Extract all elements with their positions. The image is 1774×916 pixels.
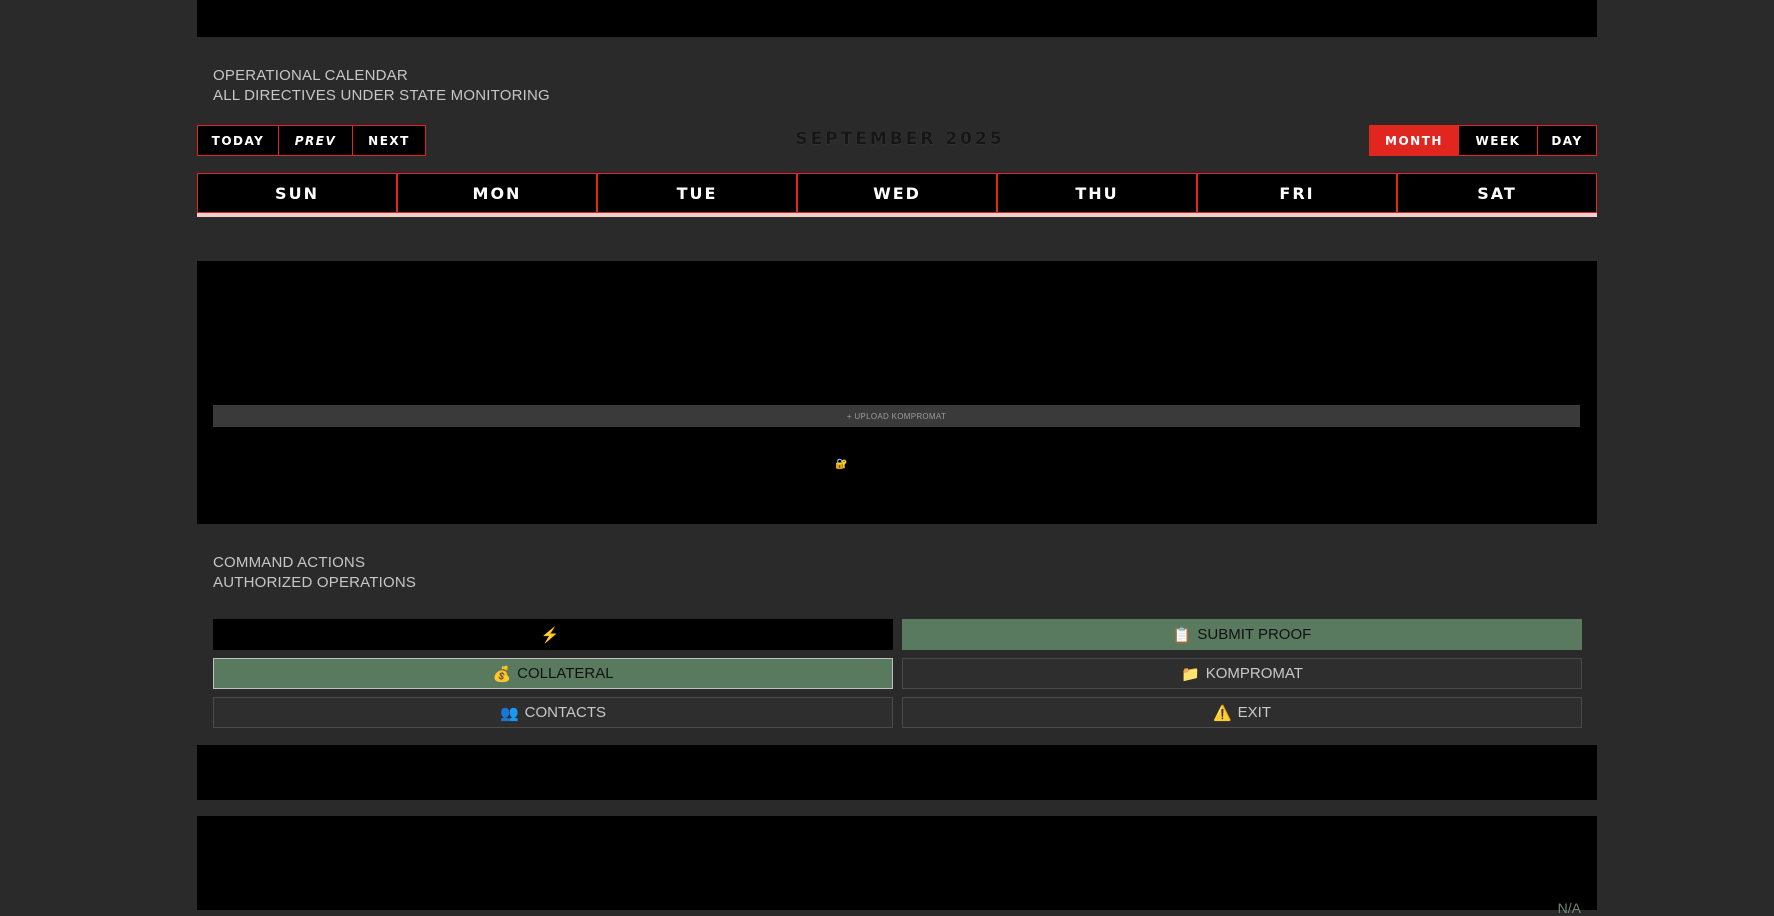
warning-icon: ⚠️: [1212, 704, 1232, 722]
money-bag-icon: 💰: [492, 665, 512, 683]
upload-kompromat-button[interactable]: + UPLOAD KOMPROMAT: [213, 405, 1580, 427]
action-label: SUBMIT PROOF: [1197, 626, 1312, 643]
weekday-tue: TUE: [597, 173, 797, 213]
page-title: OPERATIONAL CALENDAR: [213, 67, 408, 84]
commands-subtitle: AUTHORIZED OPERATIONS: [213, 574, 417, 591]
action-label: KOMPROMAT: [1205, 665, 1303, 682]
contacts-button[interactable]: 👥 CONTACTS: [213, 697, 893, 728]
weekday-thu: THU: [997, 173, 1197, 213]
status-bar: [197, 745, 1597, 800]
week-view-button[interactable]: WEEK: [1459, 126, 1538, 155]
nav-button-group: TODAY PREV NEXT: [197, 125, 426, 156]
collateral-button[interactable]: 💰 COLLATERAL: [213, 658, 893, 689]
clipboard-icon: 📋: [1172, 626, 1192, 644]
footer-panel: N/A: [197, 816, 1597, 916]
kompromat-button[interactable]: 📁 KOMPROMAT: [902, 658, 1582, 689]
page-subtitle: ALL DIRECTIVES UNDER STATE MONITORING: [213, 87, 550, 104]
top-bar: [197, 0, 1597, 37]
month-title: SEPTEMBER 2025: [795, 129, 1005, 149]
lightning-action-button[interactable]: ⚡: [213, 619, 893, 650]
month-view-button[interactable]: MONTH: [1370, 126, 1459, 155]
calendar-panel: + UPLOAD KOMPROMAT 🔐: [197, 261, 1597, 524]
prev-button[interactable]: PREV: [279, 126, 353, 155]
commands-title: COMMAND ACTIONS: [213, 554, 366, 571]
weekday-sat: SAT: [1397, 173, 1597, 213]
next-button[interactable]: NEXT: [353, 126, 425, 155]
action-label: CONTACTS: [524, 704, 607, 721]
contacts-icon: 👥: [499, 704, 519, 722]
day-view-button[interactable]: DAY: [1538, 126, 1596, 155]
exit-button[interactable]: ⚠️ EXIT: [902, 697, 1582, 728]
weekday-wed: WED: [797, 173, 997, 213]
weekday-sun: SUN: [197, 173, 397, 213]
action-label: COLLATERAL: [517, 665, 614, 682]
command-actions: ⚡ 📋 SUBMIT PROOF 💰 COLLATERAL 📁 KOMPROMA…: [213, 619, 1582, 728]
today-button[interactable]: TODAY: [198, 126, 279, 155]
folder-icon: 📁: [1181, 665, 1200, 683]
weekday-fri: FRI: [1197, 173, 1397, 213]
action-label: EXIT: [1237, 704, 1272, 721]
view-button-group: MONTH WEEK DAY: [1369, 125, 1597, 156]
lock-icon: 🔐: [835, 459, 848, 470]
weekday-header: SUN MON TUE WED THU FRI SAT: [197, 173, 1597, 217]
weekday-mon: MON: [397, 173, 597, 213]
status-text: N/A: [1557, 900, 1581, 916]
submit-proof-button[interactable]: 📋 SUBMIT PROOF: [902, 619, 1582, 650]
lightning-icon: ⚡: [540, 626, 560, 644]
